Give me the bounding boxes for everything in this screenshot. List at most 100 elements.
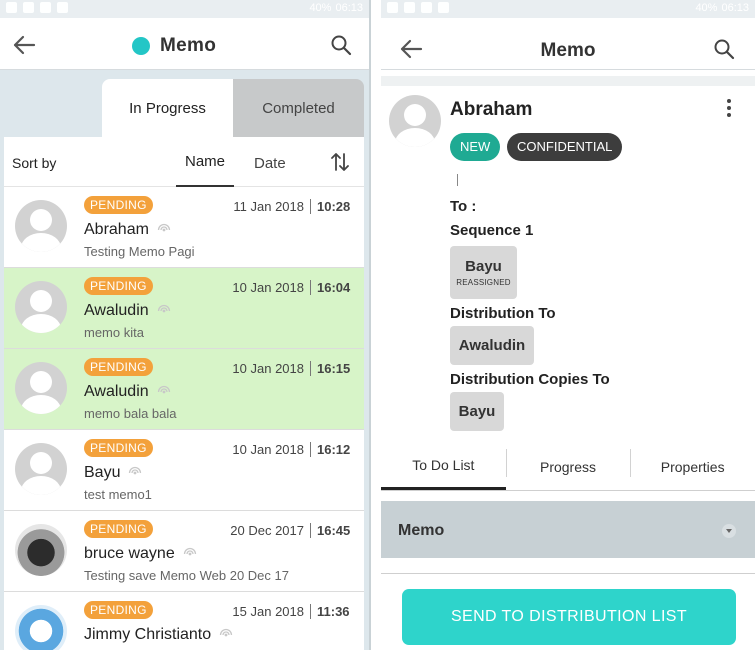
distribution-to-label: Distribution To xyxy=(450,305,556,322)
search-icon[interactable] xyxy=(330,34,352,56)
clock: 06:13 xyxy=(721,2,749,14)
reassigned-note: REASSIGNED xyxy=(456,278,511,287)
chevron-down-icon xyxy=(722,524,736,538)
pending-status-badge: PENDING xyxy=(84,601,153,619)
pending-status-badge: PENDING xyxy=(84,358,153,376)
pending-status-badge: PENDING xyxy=(84,277,153,295)
sender-avatar xyxy=(15,524,67,576)
distribution-to-recipient-name: Awaludin xyxy=(458,337,526,354)
memo-time: 16:45 xyxy=(317,523,351,538)
status-bar: 40% 06:13 xyxy=(381,0,755,18)
memo-sender-name: Awaludin xyxy=(84,383,171,401)
tab-progress[interactable]: Progress xyxy=(505,443,631,490)
dropdown-value: Memo xyxy=(398,522,445,539)
distribution-copies-recipient-name: Bayu xyxy=(458,403,496,420)
tab-to-do-list[interactable]: To Do List xyxy=(381,443,506,490)
pending-status-badge: PENDING xyxy=(84,520,153,538)
app-logo-dot-icon xyxy=(132,37,150,55)
tab-completed[interactable]: Completed xyxy=(233,79,364,137)
broadcast-icon xyxy=(219,628,233,637)
memo-date: 15 Jan 2018 xyxy=(232,604,304,619)
pending-status-badge: PENDING xyxy=(84,196,153,214)
sender-avatar xyxy=(15,281,67,333)
distribution-to-recipient-chip[interactable]: Awaludin xyxy=(450,326,534,365)
document-type-dropdown[interactable]: Memo xyxy=(381,501,755,558)
memo-time: 11:36 xyxy=(317,604,350,619)
memo-date: 20 Dec 2017 xyxy=(230,523,304,538)
battery-level: 40% xyxy=(309,2,332,14)
app-title: Memo xyxy=(540,40,596,61)
status-icons-right: 40% 06:13 xyxy=(309,2,363,14)
app-title-group: Memo xyxy=(132,35,216,57)
broadcast-icon xyxy=(157,385,170,394)
sender-avatar xyxy=(15,605,67,650)
section-divider xyxy=(381,573,755,574)
memo-sender-name: Abraham xyxy=(84,221,171,239)
distribution-copies-label: Distribution Copies To xyxy=(450,371,610,388)
date-time-separator xyxy=(310,604,311,619)
memo-list-item[interactable]: PENDING 15 Jan 2018 11:36 Jimmy Christianto xyxy=(4,592,364,650)
tab-in-progress[interactable]: In Progress xyxy=(102,79,233,137)
image-icon xyxy=(40,2,51,13)
memo-sender-label: Bayu xyxy=(84,464,121,481)
memo-time: 16:12 xyxy=(317,442,351,457)
memo-list-item[interactable]: PENDING 10 Jan 2018 16:04 Awaludin memo kita xyxy=(4,268,364,349)
sender-avatar xyxy=(389,95,441,147)
broadcast-icon xyxy=(157,304,170,313)
clock: 06:13 xyxy=(335,2,363,14)
sort-by-name-button[interactable]: Name xyxy=(176,137,234,187)
app-bar: Memo xyxy=(381,18,755,70)
send-to-distribution-list-button[interactable]: SEND TO DISTRIBUTION LIST xyxy=(402,589,736,645)
usb-icon xyxy=(23,2,34,13)
app-title: Memo xyxy=(160,35,217,56)
memo-list-item[interactable]: PENDING 10 Jan 2018 16:12 Bayu test memo1 xyxy=(4,430,364,511)
usb-icon xyxy=(404,2,415,13)
status-bar: 40% 06:13 xyxy=(0,0,369,18)
new-badge: NEW xyxy=(450,133,501,161)
sender-avatar xyxy=(15,200,67,252)
sort-order-icon[interactable] xyxy=(331,152,349,172)
broadcast-icon xyxy=(183,547,196,556)
memo-list-item[interactable]: PENDING 20 Dec 2017 16:45 bruce wayne Testin… xyxy=(4,511,364,592)
memo-sender-label: Awaludin xyxy=(84,383,149,400)
app-bar: Memo xyxy=(0,18,369,70)
date-time-separator xyxy=(310,199,311,214)
broadcast-icon xyxy=(157,223,171,232)
text-cursor xyxy=(457,174,458,186)
distribution-copies-recipient-chip[interactable]: Bayu xyxy=(450,392,504,431)
status-icons-left xyxy=(387,2,449,13)
sort-bar: Sort by Name Date xyxy=(4,137,364,187)
date-time-separator xyxy=(310,523,311,538)
memo-sender-label: Jimmy Christianto xyxy=(84,626,212,643)
header-separator xyxy=(381,76,755,86)
status-icons-right: 40% 06:13 xyxy=(695,2,749,14)
more-options-icon[interactable] xyxy=(725,98,733,118)
warning-icon xyxy=(6,2,17,13)
memo-list-screen: 40% 06:13 Memo In Progress Completed Sor… xyxy=(0,0,369,650)
memo-date: 10 Jan 2018 xyxy=(232,280,304,295)
memo-subject: memo kita xyxy=(84,325,144,340)
memo-sender-label: Abraham xyxy=(84,221,149,238)
sort-by-date-button[interactable]: Date xyxy=(254,155,286,172)
memo-time: 16:04 xyxy=(317,280,351,295)
battery-level: 40% xyxy=(695,2,718,14)
sequence-recipient-chip[interactable]: Bayu REASSIGNED xyxy=(450,246,517,299)
memo-sender-name: Awaludin xyxy=(84,302,171,320)
tab-properties[interactable]: Properties xyxy=(630,443,755,490)
sort-by-label: Sort by xyxy=(12,155,57,171)
memo-list-item[interactable]: PENDING 10 Jan 2018 16:15 Awaludin memo bala… xyxy=(4,349,364,430)
memo-subject: memo bala bala xyxy=(84,406,177,421)
download-icon xyxy=(57,2,68,13)
memo-date: 10 Jan 2018 xyxy=(232,361,304,376)
image-icon xyxy=(421,2,432,13)
sender-avatar xyxy=(15,443,67,495)
memo-sender-name: Bayu xyxy=(84,464,142,482)
memo-date: 11 Jan 2018 xyxy=(233,199,304,214)
confidential-badge: CONFIDENTIAL xyxy=(507,133,623,161)
back-arrow-icon[interactable] xyxy=(12,34,36,56)
memo-list: Sort by Name Date PENDING 11 Jan 2018 10:2… xyxy=(4,137,364,650)
memo-list-item[interactable]: PENDING 11 Jan 2018 10:28 Abraham Testing Me… xyxy=(4,187,364,268)
pending-status-badge: PENDING xyxy=(84,439,153,457)
sequence-recipient-name: Bayu xyxy=(465,258,502,275)
search-icon[interactable] xyxy=(713,38,735,60)
